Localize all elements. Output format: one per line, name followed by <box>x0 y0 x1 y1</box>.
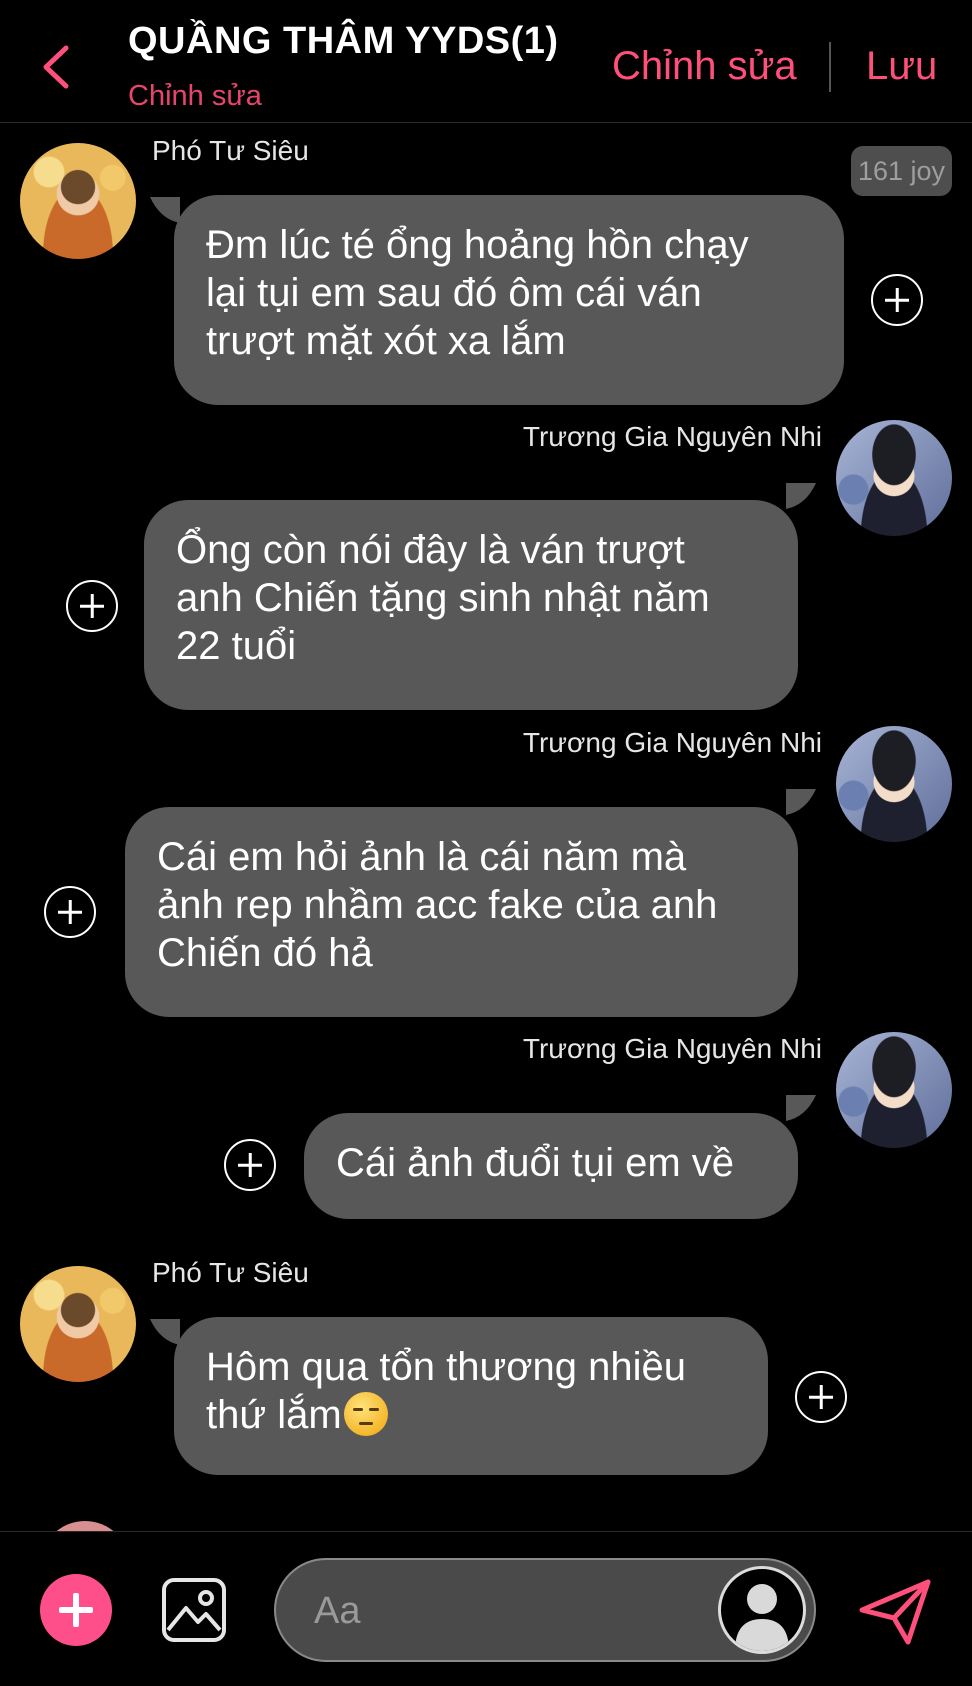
message-input[interactable] <box>312 1584 696 1638</box>
header: QUẦNG THÂM YYDS(1) Chỉnh sửa Chỉnh sửa L… <box>0 0 972 123</box>
identity-avatar-button[interactable] <box>718 1566 806 1654</box>
pensive-face-icon <box>343 1392 388 1436</box>
send-button[interactable] <box>858 1576 934 1648</box>
sender-name: Trương Gia Nguyên Nhi <box>522 421 822 452</box>
add-button[interactable] <box>40 1574 112 1646</box>
page-title: QUẦNG THÂM YYDS(1) <box>128 20 559 62</box>
header-divider <box>829 42 831 92</box>
add-reaction-button[interactable] <box>224 1139 276 1191</box>
composer-bar <box>0 1531 972 1686</box>
page-subtitle[interactable]: Chỉnh sửa <box>128 80 262 113</box>
message-input-container[interactable] <box>274 1558 816 1662</box>
send-icon <box>859 1579 931 1645</box>
image-icon <box>162 1578 226 1642</box>
chat-screen: QUẦNG THÂM YYDS(1) Chỉnh sửa Chỉnh sửa L… <box>0 0 972 1686</box>
image-button[interactable] <box>160 1576 228 1644</box>
person-silhouette-icon <box>735 1584 789 1651</box>
avatar[interactable] <box>836 420 952 536</box>
add-reaction-button[interactable] <box>66 580 118 632</box>
bubble-tail <box>150 197 180 223</box>
message-bubble[interactable]: Đm lúc té ổng hoảng hồn chạy lại tụi em … <box>174 195 844 405</box>
bubble-tail <box>786 789 816 815</box>
message-bubble[interactable]: Hôm qua tổn thương nhiều thứ lắm <box>174 1317 768 1475</box>
avatar[interactable] <box>20 143 136 259</box>
avatar[interactable] <box>836 726 952 842</box>
save-button[interactable]: Lưu <box>866 44 937 89</box>
sender-name: Phó Tư Siêu <box>152 1257 309 1288</box>
avatar[interactable] <box>40 1521 130 1531</box>
avatar[interactable] <box>836 1032 952 1148</box>
add-reaction-button[interactable] <box>871 274 923 326</box>
add-reaction-button[interactable] <box>44 886 96 938</box>
message-bubble[interactable]: Cái em hỏi ảnh là cái năm mà ảnh rep nhầ… <box>125 807 798 1017</box>
sender-name: Trương Gia Nguyên Nhi <box>522 1033 822 1064</box>
message-bubble[interactable]: Cái ảnh đuổi tụi em về <box>304 1113 798 1219</box>
bubble-tail <box>786 483 816 509</box>
add-reaction-button[interactable] <box>795 1371 847 1423</box>
joy-badge: 161 joy <box>851 146 952 196</box>
avatar[interactable] <box>20 1266 136 1382</box>
bubble-tail <box>150 1319 180 1345</box>
message-bubble[interactable]: Ổng còn nói đây là ván trượt anh Chiến t… <box>144 500 798 710</box>
sender-name: Trương Gia Nguyên Nhi <box>522 727 822 758</box>
message-text: Hôm qua tổn thương nhiều thứ lắm <box>206 1345 686 1437</box>
sender-name: Phó Tư Siêu <box>152 135 309 166</box>
chevron-left-icon <box>43 45 69 89</box>
back-button[interactable] <box>38 44 78 90</box>
message-list[interactable]: Phó Tư Siêu Đm lúc té ổng hoảng hồn chạy… <box>0 123 972 1531</box>
edit-button[interactable]: Chỉnh sửa <box>612 44 797 89</box>
bubble-tail <box>786 1095 816 1121</box>
